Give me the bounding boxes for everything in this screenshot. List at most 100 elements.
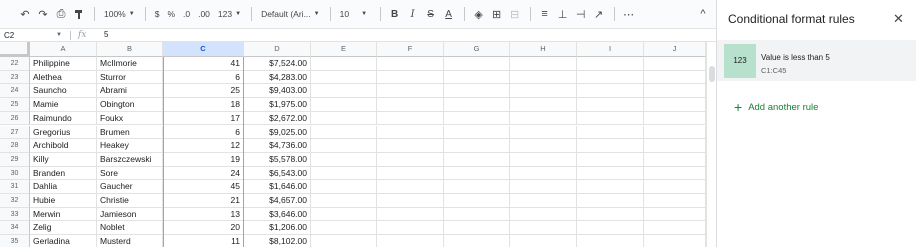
column-header-g[interactable]: G [444, 42, 510, 57]
column-header-a[interactable]: A [30, 42, 97, 57]
cell-a34[interactable]: Zelig [30, 221, 97, 236]
cell-i33[interactable] [577, 207, 644, 222]
undo-icon[interactable]: ↶ [18, 4, 32, 24]
cell-d29[interactable]: $5,578.00 [244, 152, 311, 167]
cell-b29[interactable]: Barszczewski [97, 152, 163, 167]
cell-h33[interactable] [510, 207, 577, 222]
vertical-scrollbar[interactable] [706, 42, 716, 247]
cell-f33[interactable] [377, 207, 444, 222]
cell-h30[interactable] [510, 166, 577, 181]
cell-d33[interactable]: $3,646.00 [244, 207, 311, 222]
cell-c24[interactable]: 25 [163, 84, 244, 99]
cell-j25[interactable] [644, 98, 706, 112]
cell-b22[interactable]: McIlmorie [97, 57, 163, 71]
print-icon[interactable]: ⎙ [54, 4, 68, 24]
cell-b35[interactable]: Musterd [97, 235, 163, 247]
currency-format-button[interactable]: $ [153, 4, 162, 24]
cell-f30[interactable] [377, 166, 444, 181]
strikethrough-button[interactable]: S [424, 4, 438, 24]
cell-b28[interactable]: Heakey [97, 139, 163, 153]
borders-icon[interactable]: ⊞ [490, 4, 504, 24]
cell-e32[interactable] [311, 194, 377, 208]
cell-j27[interactable] [644, 125, 706, 140]
text-wrap-icon[interactable]: ⊣ [574, 4, 588, 24]
decrease-decimal-button[interactable]: .0 [181, 4, 192, 24]
cell-e29[interactable] [311, 152, 377, 167]
italic-button[interactable]: I [406, 4, 420, 24]
cell-c23[interactable]: 6 [163, 70, 244, 85]
cell-h27[interactable] [510, 125, 577, 140]
row-header[interactable]: 35 [0, 235, 30, 247]
cell-f26[interactable] [377, 111, 444, 126]
cell-e34[interactable] [311, 221, 377, 236]
cell-e24[interactable] [311, 84, 377, 99]
cell-c26[interactable]: 17 [163, 111, 244, 126]
cell-i28[interactable] [577, 139, 644, 153]
cell-f22[interactable] [377, 57, 444, 71]
cell-d34[interactable]: $1,206.00 [244, 221, 311, 236]
add-another-rule-button[interactable]: + Add another rule [734, 100, 818, 114]
cell-i27[interactable] [577, 125, 644, 140]
cell-b30[interactable]: Sore [97, 166, 163, 181]
cell-j33[interactable] [644, 207, 706, 222]
cell-i35[interactable] [577, 235, 644, 247]
row-header[interactable]: 32 [0, 194, 30, 208]
cell-d32[interactable]: $4,657.00 [244, 194, 311, 208]
cell-h35[interactable] [510, 235, 577, 247]
cell-d30[interactable]: $6,543.00 [244, 166, 311, 181]
cell-b33[interactable]: Jamieson [97, 207, 163, 222]
cell-b24[interactable]: Abrami [97, 84, 163, 99]
cell-d24[interactable]: $9,403.00 [244, 84, 311, 99]
row-header[interactable]: 33 [0, 207, 30, 222]
cell-g35[interactable] [444, 235, 510, 247]
more-formats-button[interactable]: 123 ▼ [216, 4, 243, 24]
column-header-i[interactable]: I [577, 42, 644, 57]
cell-f24[interactable] [377, 84, 444, 99]
cell-a29[interactable]: Killy [30, 152, 97, 167]
cell-f23[interactable] [377, 70, 444, 85]
cell-g32[interactable] [444, 194, 510, 208]
cell-j30[interactable] [644, 166, 706, 181]
cell-b23[interactable]: Sturror [97, 70, 163, 85]
cell-i30[interactable] [577, 166, 644, 181]
cell-b32[interactable]: Christie [97, 194, 163, 208]
cell-g25[interactable] [444, 98, 510, 112]
text-rotation-icon[interactable]: ↗ [592, 4, 606, 24]
cell-j31[interactable] [644, 180, 706, 194]
cell-a25[interactable]: Mamie [30, 98, 97, 112]
cell-i24[interactable] [577, 84, 644, 99]
cell-b27[interactable]: Brumen [97, 125, 163, 140]
cell-a32[interactable]: Hubie [30, 194, 97, 208]
cell-e26[interactable] [311, 111, 377, 126]
row-header[interactable]: 26 [0, 111, 30, 126]
percent-format-button[interactable]: % [165, 4, 177, 24]
row-header[interactable]: 29 [0, 152, 30, 167]
cell-e25[interactable] [311, 98, 377, 112]
cell-a30[interactable]: Branden [30, 166, 97, 181]
redo-icon[interactable]: ↷ [36, 4, 50, 24]
cell-a22[interactable]: Philippine [30, 57, 97, 71]
scrollbar-thumb[interactable] [709, 66, 715, 82]
cell-g31[interactable] [444, 180, 510, 194]
cell-j29[interactable] [644, 152, 706, 167]
cell-c29[interactable]: 19 [163, 152, 244, 167]
cell-e23[interactable] [311, 70, 377, 85]
cell-a24[interactable]: Sauncho [30, 84, 97, 99]
cell-j23[interactable] [644, 70, 706, 85]
cell-j26[interactable] [644, 111, 706, 126]
cell-b25[interactable]: Obington [97, 98, 163, 112]
vertical-align-icon[interactable]: ⊥ [556, 4, 570, 24]
cell-d31[interactable]: $1,646.00 [244, 180, 311, 194]
cell-f34[interactable] [377, 221, 444, 236]
row-header[interactable]: 28 [0, 139, 30, 153]
cell-a26[interactable]: Raimundo [30, 111, 97, 126]
cell-g24[interactable] [444, 84, 510, 99]
paint-format-icon[interactable] [72, 4, 86, 24]
cell-g34[interactable] [444, 221, 510, 236]
cell-e27[interactable] [311, 125, 377, 140]
cell-c34[interactable]: 20 [163, 221, 244, 236]
column-header-j[interactable]: J [644, 42, 706, 57]
cell-f27[interactable] [377, 125, 444, 140]
cell-j24[interactable] [644, 84, 706, 99]
cell-a23[interactable]: Alethea [30, 70, 97, 85]
